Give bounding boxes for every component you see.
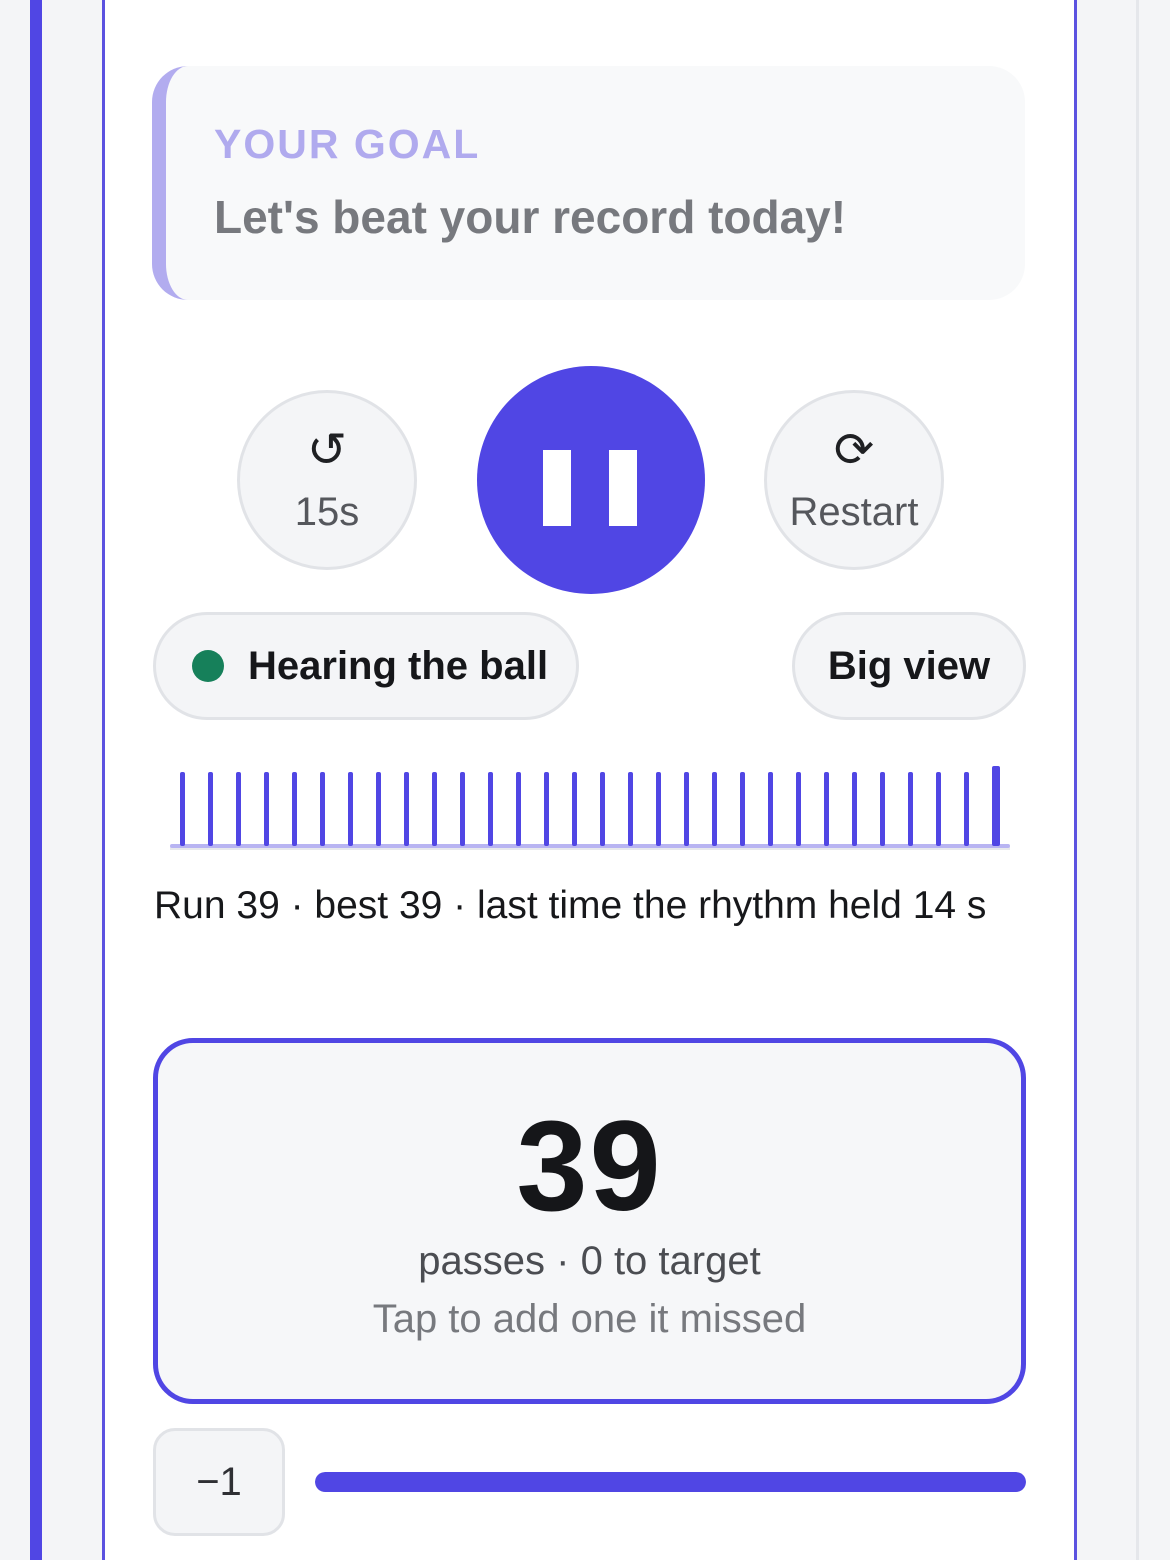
pass-count: 39: [516, 1095, 663, 1238]
target-progress-bar: [315, 1472, 1026, 1492]
timeline-tick: [600, 772, 605, 846]
timeline-tick: [292, 772, 297, 846]
timeline-tick: [796, 772, 801, 846]
restart-label: Restart: [789, 489, 919, 534]
timeline-tick: [432, 772, 437, 846]
timeline-tick: [264, 772, 269, 846]
big-view-label: Big view: [827, 643, 991, 688]
timeline-tick: [684, 772, 689, 846]
timeline-tick: [236, 772, 241, 846]
goal-label: YOUR GOAL: [214, 121, 481, 167]
timeline-tick: [516, 772, 521, 846]
timeline-tick: [544, 772, 549, 846]
status-label: Hearing the ball: [248, 643, 549, 688]
restart-icon: ⟳: [833, 421, 875, 478]
timeline-tick: [628, 772, 633, 846]
timeline-tick: [572, 772, 577, 846]
pass-timeline: [170, 760, 1010, 852]
app-screen: YOUR GOAL Let's beat your record today! …: [0, 0, 1170, 1560]
restart-button[interactable]: ⟳ Restart: [764, 390, 944, 570]
rewind-icon: ↺: [306, 421, 348, 478]
goal-banner: YOUR GOAL Let's beat your record today!: [152, 66, 1025, 300]
timeline-tick: [824, 772, 829, 846]
timeline-tick: [208, 772, 213, 846]
pass-count-hint: Tap to add one it missed: [372, 1297, 807, 1341]
rewind-15s-button[interactable]: ↺ 15s: [237, 390, 417, 570]
timeline-tick: [740, 772, 745, 846]
timeline-tick: [488, 772, 493, 846]
listening-status-pill[interactable]: Hearing the ball: [153, 612, 579, 720]
timeline-tick: [404, 772, 409, 846]
timeline-tick: [320, 772, 325, 846]
goal-text: Let's beat your record today!: [214, 191, 847, 243]
timeline-tick: [992, 766, 1000, 846]
timeline-tick: [460, 772, 465, 846]
timeline-tick: [964, 772, 969, 846]
timeline-tick: [656, 772, 661, 846]
run-summary: Run 39 · best 39 · last time the rhythm …: [154, 884, 987, 927]
timeline-tick: [348, 772, 353, 846]
status-dot-icon: [192, 650, 224, 682]
big-view-button[interactable]: Big view: [792, 612, 1026, 720]
pause-icon: [543, 450, 571, 526]
decrement-button[interactable]: −1: [153, 1428, 285, 1536]
pass-count-subtitle: passes · 0 to target: [418, 1239, 761, 1283]
timeline-tick: [712, 772, 717, 846]
pause-icon-bar: [609, 450, 637, 526]
timeline-tick: [768, 772, 773, 846]
timeline-tick: [908, 772, 913, 846]
left-accent-rail: [30, 0, 42, 1560]
timeline-tick: [376, 772, 381, 846]
timeline-tick: [852, 772, 857, 846]
pause-button[interactable]: [477, 366, 705, 594]
timeline-tick: [880, 772, 885, 846]
timeline-tick: [180, 772, 185, 846]
pass-counter-tap-area[interactable]: 39 passes · 0 to target Tap to add one i…: [153, 1038, 1026, 1404]
timeline-tick: [936, 772, 941, 846]
target-progress-fill: [315, 1472, 1026, 1492]
right-divider: [1136, 0, 1139, 1560]
rewind-label: 15s: [294, 489, 360, 534]
